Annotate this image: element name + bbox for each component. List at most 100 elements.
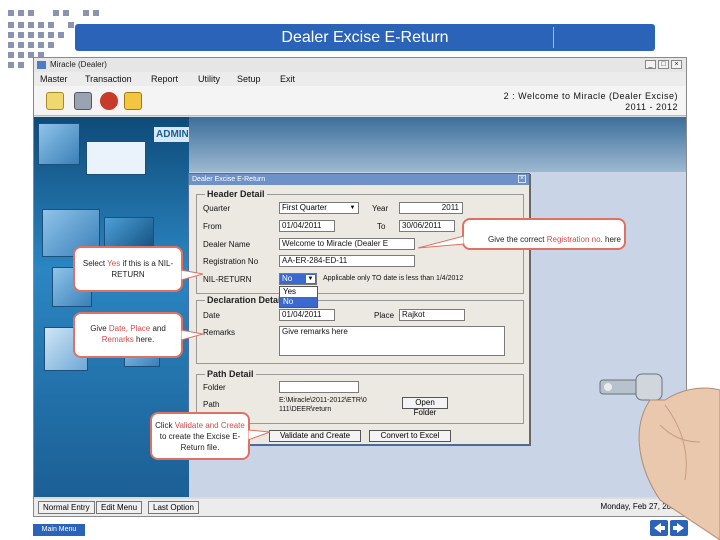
tile-image bbox=[38, 123, 80, 165]
registration-no-label: Registration No bbox=[203, 257, 259, 266]
menu-setup[interactable]: Setup bbox=[237, 72, 261, 86]
e-return-dialog: Dealer Excise E-Return × Header Detail Q… bbox=[188, 173, 530, 445]
callout-text: here. bbox=[133, 335, 155, 344]
callout-text: Select bbox=[82, 259, 108, 268]
prev-arrow-icon[interactable] bbox=[650, 520, 668, 536]
from-label: From bbox=[203, 222, 222, 231]
welcome-text: 2 : Welcome to Miracle (Dealer Excise) 2… bbox=[504, 91, 678, 113]
path-line2: 111\DEER\return bbox=[279, 406, 332, 413]
place-field[interactable]: Rajkot bbox=[399, 309, 465, 321]
to-date-field[interactable]: 30/06/2011 bbox=[399, 220, 455, 232]
path-value: E:\Miracle\2011-2012\ETR\0 111\DEER\retu… bbox=[279, 396, 367, 414]
path-detail-title: Path Detail bbox=[205, 369, 256, 379]
nil-return-options: Yes No bbox=[279, 286, 318, 308]
app-icon bbox=[37, 61, 46, 69]
declaration-date-field[interactable]: 01/04/2011 bbox=[279, 309, 335, 321]
callout-highlight: Validate and Create bbox=[174, 421, 245, 430]
main-menu-button[interactable]: Main Menu bbox=[33, 524, 85, 536]
menu-master[interactable]: Master bbox=[40, 72, 68, 86]
nil-option-no[interactable]: No bbox=[280, 297, 317, 307]
callout-highlight: Registration no. bbox=[546, 235, 603, 244]
welcome-line2: 2011 - 2012 bbox=[625, 102, 678, 112]
menu-transaction[interactable]: Transaction bbox=[85, 72, 132, 86]
callout-text: Give the correct bbox=[488, 235, 547, 244]
menu-bar: Master Transaction Report Utility Setup … bbox=[34, 72, 686, 86]
dialog-close-button[interactable]: × bbox=[518, 175, 526, 183]
dialog-titlebar: Dealer Excise E-Return × bbox=[189, 174, 529, 185]
toolbar: 2 : Welcome to Miracle (Dealer Excise) 2… bbox=[34, 86, 686, 116]
remarks-field[interactable]: Give remarks here bbox=[279, 326, 505, 356]
cart-icon[interactable] bbox=[74, 92, 92, 110]
nil-return-select[interactable]: No ▼ bbox=[279, 273, 317, 285]
path-label: Path bbox=[203, 400, 220, 409]
quarter-label: Quarter bbox=[203, 204, 231, 213]
menu-utility[interactable]: Utility bbox=[198, 72, 220, 86]
remarks-label: Remarks bbox=[203, 328, 236, 337]
validate-and-create-button[interactable]: Validate and Create bbox=[269, 430, 361, 442]
open-folder-button[interactable]: Open Folder bbox=[402, 397, 448, 417]
folder-field[interactable] bbox=[279, 381, 359, 393]
registration-no-field[interactable]: AA-ER-284-ED-11 bbox=[279, 255, 415, 267]
callout-text: and bbox=[150, 324, 166, 333]
dialog-title: Dealer Excise E-Return bbox=[192, 176, 266, 183]
admin-badge: ADMIN bbox=[154, 127, 191, 142]
last-option-button[interactable]: Last Option bbox=[148, 501, 199, 514]
callout-highlight: Remarks bbox=[101, 335, 134, 344]
year-field[interactable]: 2011 bbox=[399, 202, 463, 214]
chevron-down-icon: ▼ bbox=[349, 205, 356, 211]
slide-title-banner: Dealer Excise E-Return bbox=[75, 24, 655, 51]
callout-text: Click bbox=[155, 421, 175, 430]
minimize-button[interactable]: _ bbox=[645, 60, 656, 69]
dealer-name-field[interactable]: Welcome to Miracle (Dealer E bbox=[279, 238, 415, 250]
nil-return-note: Applicable only TO date is less than 1/4… bbox=[323, 275, 464, 282]
remarks-arrow bbox=[181, 329, 203, 341]
registration-arrow bbox=[418, 236, 464, 249]
remarks-callout: Give Date, Place and Remarks here. bbox=[73, 312, 183, 358]
window-title: Miracle (Dealer) bbox=[50, 60, 107, 69]
place-label: Place bbox=[374, 311, 395, 320]
maximize-button[interactable]: □ bbox=[658, 60, 669, 69]
year-label: Year bbox=[372, 204, 389, 213]
folder-label: Folder bbox=[203, 383, 226, 392]
quarter-select[interactable]: First Quarter ▼ bbox=[279, 202, 359, 214]
menu-report[interactable]: Report bbox=[151, 72, 178, 86]
declaration-date-label: Date bbox=[203, 311, 220, 320]
validate-arrow bbox=[248, 429, 270, 441]
validate-callout: Click Validate and Create to create the … bbox=[150, 412, 250, 460]
normal-entry-button[interactable]: Normal Entry bbox=[38, 501, 95, 514]
callout-text: here bbox=[602, 235, 621, 244]
declaration-detail-title: Declaration Detail bbox=[205, 295, 286, 305]
banner-image bbox=[189, 117, 686, 172]
to-label: To bbox=[377, 222, 386, 231]
quarter-value: First Quarter bbox=[282, 203, 327, 212]
slide-title: Dealer Excise E-Return bbox=[281, 29, 449, 46]
edit-menu-button[interactable]: Edit Menu bbox=[96, 501, 143, 514]
from-date-field[interactable]: 01/04/2011 bbox=[279, 220, 335, 232]
nil-return-arrow bbox=[181, 269, 203, 281]
close-button[interactable]: × bbox=[671, 60, 682, 69]
nil-return-value: No bbox=[282, 274, 293, 283]
path-line1: E:\Miracle\2011-2012\ETR\0 bbox=[279, 397, 367, 404]
money-bag-icon[interactable] bbox=[100, 92, 118, 110]
document-icon[interactable] bbox=[46, 92, 64, 110]
tile-image bbox=[86, 141, 146, 175]
hand-with-key-image bbox=[599, 373, 720, 540]
chevron-down-icon: ▼ bbox=[306, 275, 315, 283]
menu-exit[interactable]: Exit bbox=[280, 72, 295, 86]
convert-to-excel-button[interactable]: Convert to Excel bbox=[369, 430, 451, 442]
registration-callout: Give the correct Registration no. here bbox=[462, 218, 626, 250]
nil-return-label: NIL-RETURN bbox=[203, 275, 252, 284]
callout-text: to create the Excise E-Return file. bbox=[159, 432, 241, 452]
callout-text: Give bbox=[90, 324, 109, 333]
nil-return-callout: Select Yes if this is a NIL-RETURN bbox=[73, 246, 183, 292]
welcome-line1: 2 : Welcome to Miracle (Dealer Excise) bbox=[503, 91, 678, 101]
callout-highlight: Date, Place bbox=[108, 324, 151, 333]
header-detail-title: Header Detail bbox=[205, 189, 267, 199]
nil-option-yes[interactable]: Yes bbox=[280, 287, 317, 297]
banner-divider bbox=[553, 27, 554, 48]
next-arrow-icon[interactable] bbox=[670, 520, 688, 536]
callout-highlight: Yes bbox=[107, 259, 121, 268]
window-titlebar: Miracle (Dealer) _ □ × bbox=[34, 58, 686, 72]
dealer-name-label: Dealer Name bbox=[203, 240, 251, 249]
edit-icon[interactable] bbox=[124, 92, 142, 110]
